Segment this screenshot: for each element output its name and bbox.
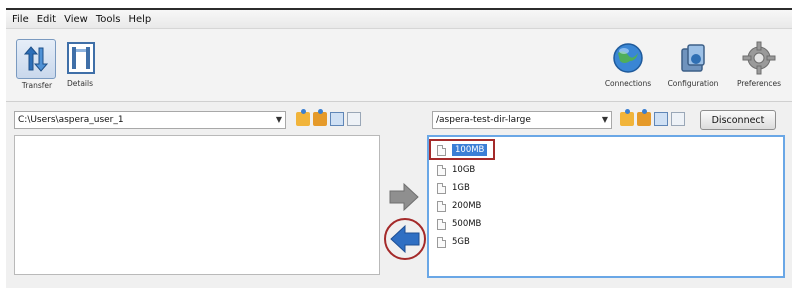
folder-up-icon[interactable] [620,109,634,126]
chevron-down-icon: ▼ [275,115,282,124]
file-icon [437,182,446,194]
local-path-text: C:\Users\aspera_user_1 [18,115,124,125]
menu-file[interactable]: File [12,14,29,25]
file-name: 10GB [452,165,476,175]
configuration-button[interactable]: Configuration [660,39,726,88]
file-icon [437,144,446,156]
arrow-left-icon [390,224,420,254]
file-name: 100MB [452,144,488,156]
file-row[interactable]: 1GB [437,180,470,196]
file-icon [437,218,446,230]
chevron-down-icon: ▼ [601,115,608,124]
menu-help[interactable]: Help [128,14,151,25]
remote-path-text: /aspera-test-dir-large [436,115,531,125]
local-file-list[interactable] [14,135,380,275]
remote-file-list[interactable]: 100MB 10GB 1GB 200MB 500MB 5GB [427,135,785,278]
menu-tools[interactable]: Tools [96,14,121,25]
new-folder-icon[interactable] [313,109,327,126]
remote-path-dropdown[interactable]: /aspera-test-dir-large ▼ [432,111,612,129]
file-row[interactable]: 500MB [437,216,481,232]
menu-edit[interactable]: Edit [37,14,56,25]
file-icon [437,236,446,248]
file-icon [437,200,446,212]
details-button[interactable]: Details [62,39,98,88]
list-view-icon[interactable] [330,112,344,126]
disconnect-button[interactable]: Disconnect [700,110,776,130]
menu-view[interactable]: View [64,14,88,25]
toolbar: Transfer Details Connections Configurati… [6,29,792,102]
folder-up-icon[interactable] [296,109,310,126]
preferences-label: Preferences [736,79,782,88]
file-name: 500MB [452,219,482,229]
details-icon [67,42,95,74]
file-name: 200MB [452,201,482,211]
download-button[interactable] [384,218,426,260]
details-view-icon[interactable] [347,112,361,126]
configuration-label: Configuration [667,79,719,88]
gear-icon [742,41,776,75]
file-name: 1GB [452,183,470,193]
details-view-icon[interactable] [671,112,685,126]
preferences-button[interactable]: Preferences [728,39,790,88]
file-name: 5GB [452,237,470,247]
file-icon [437,164,446,176]
new-folder-icon[interactable] [637,109,651,126]
local-path-dropdown[interactable]: C:\Users\aspera_user_1 ▼ [14,111,286,129]
connections-button[interactable]: Connections [596,39,660,88]
connections-label: Connections [604,79,652,88]
transfer-button[interactable]: Transfer [16,39,58,90]
details-label: Details [66,79,93,88]
transfer-label: Transfer [21,81,53,90]
configuration-icon [681,44,705,72]
file-row[interactable]: 5GB [437,234,470,250]
list-view-icon[interactable] [654,112,668,126]
local-pane-tools [296,109,361,126]
file-row[interactable]: 10GB [437,162,475,178]
menu-bar: File Edit View Tools Help [6,10,792,29]
globe-icon [613,43,643,73]
file-row[interactable]: 100MB [437,142,488,158]
remote-pane-tools [620,109,685,126]
upload-arrow-icon[interactable] [388,182,420,212]
file-row[interactable]: 200MB [437,198,481,214]
transfer-arrows-icon [23,46,49,72]
